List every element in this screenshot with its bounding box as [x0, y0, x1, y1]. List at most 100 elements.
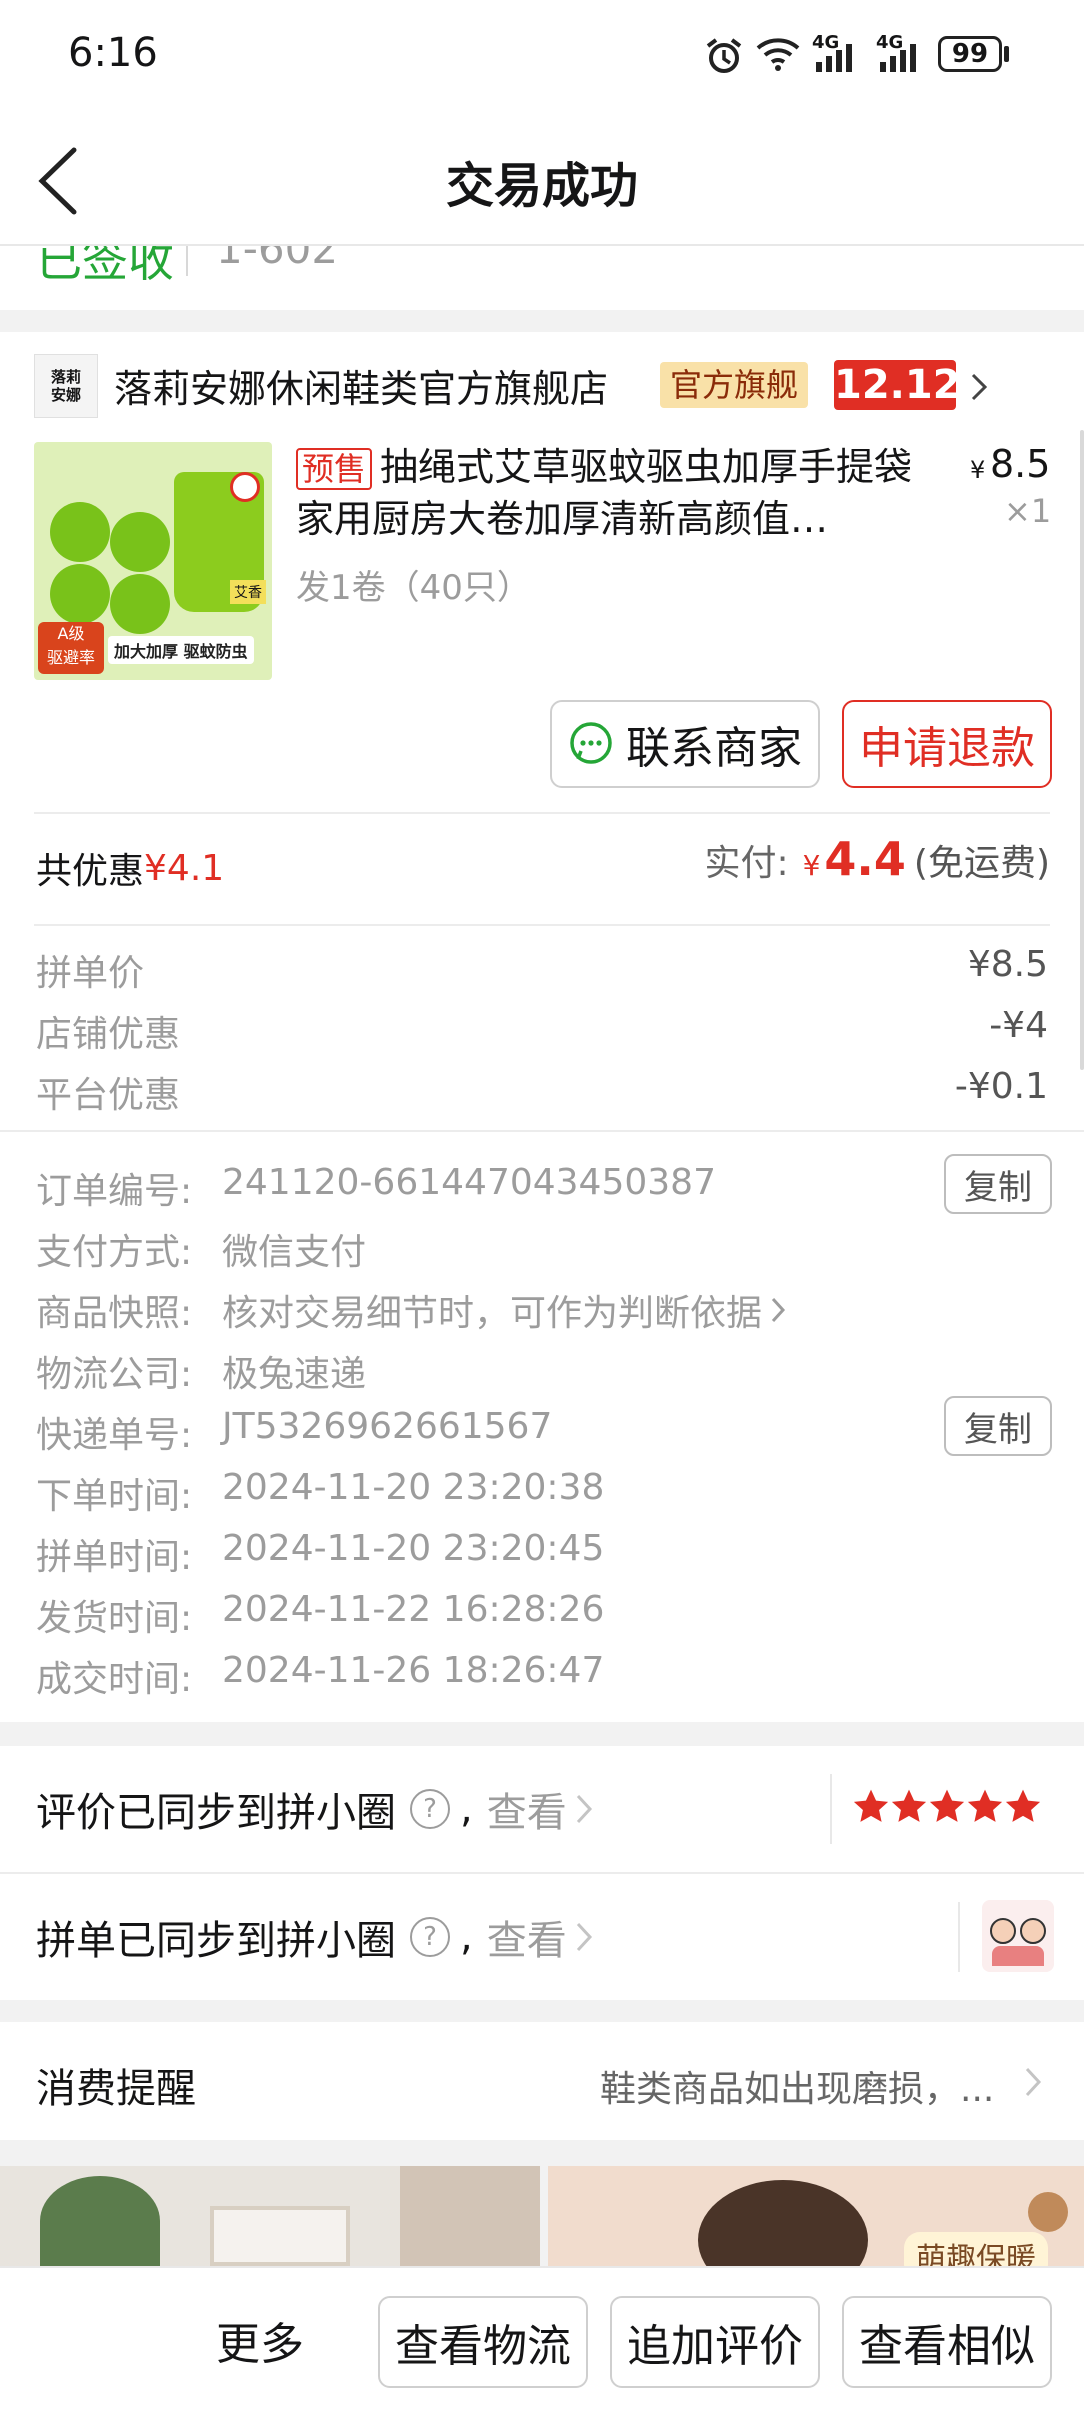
- copy-label: 复制: [964, 1167, 1032, 1208]
- promo-tag: 萌趣保暖: [904, 2232, 1048, 2266]
- review-row-divider: [830, 1774, 832, 1844]
- help-icon[interactable]: ?: [410, 1917, 450, 1957]
- signal-icon-2: [880, 44, 916, 72]
- review-view-link[interactable]: 查看: [487, 1780, 567, 1838]
- group-time-value: 2024-11-20 23:20:45: [222, 1528, 605, 1569]
- avatar-body: [992, 1946, 1044, 1966]
- bear-icon: [1028, 2192, 1068, 2232]
- group-sync-text: 拼单已同步到拼小圈: [36, 1918, 396, 1964]
- order-time-label: 下单时间:: [36, 1476, 193, 1517]
- card-divider-1: [34, 812, 1050, 814]
- card-divider-2: [34, 924, 1050, 926]
- avatar[interactable]: [982, 1900, 1054, 1972]
- price-row-label: 店铺优惠: [36, 1014, 181, 1055]
- view-similar-button[interactable]: 查看相似: [842, 2296, 1052, 2388]
- review-comma: ,: [460, 1786, 473, 1832]
- recommendation-image-2[interactable]: 萌趣保暖: [548, 2166, 1084, 2266]
- copy-order-no-button[interactable]: 复制: [944, 1154, 1052, 1214]
- review-sync-text-group: 评价已同步到拼小圈 ? , 查看: [36, 1780, 593, 1838]
- review-stars: [852, 1788, 1042, 1826]
- copy-tracking-button[interactable]: 复制: [944, 1396, 1052, 1456]
- ship-time-label: 发货时间:: [36, 1598, 193, 1639]
- product-quantity: ×1: [1004, 492, 1052, 530]
- star-icon: [967, 1789, 1003, 1822]
- deal-time-value: 2024-11-26 18:26:47: [222, 1650, 605, 1691]
- recommendation-image-1[interactable]: [0, 2166, 540, 2266]
- product-price-symbol: ¥: [970, 456, 986, 484]
- shop-row[interactable]: 落莉 安娜 落莉安娜休闲鞋类官方旗舰店 官方旗舰 12.12: [0, 332, 1084, 442]
- avatar-face-2: [1020, 1918, 1046, 1944]
- payment-value: 微信支付: [222, 1232, 367, 1273]
- shop-logo-text-2: 安娜: [50, 386, 81, 404]
- shipping-note: (免运费): [913, 843, 1050, 884]
- add-review-label: 追加评价: [627, 2321, 803, 2372]
- snapshot-chevron-right-icon: [771, 1297, 786, 1323]
- logistics-value: 极兔速递: [222, 1354, 367, 1395]
- delivery-status: 已签收: [36, 246, 174, 287]
- review-sync-row[interactable]: 评价已同步到拼小圈 ? , 查看: [0, 1746, 1084, 1872]
- image-caption-grade: A级: [57, 624, 85, 643]
- paid-value: 4.4: [824, 832, 906, 886]
- no-mosquito-icon: [230, 472, 260, 502]
- price-row-platform: 平台优惠 -¥0.1: [36, 1066, 1048, 1118]
- contact-merchant-label: 联系商家: [626, 723, 802, 774]
- view-similar-label: 查看相似: [859, 2321, 1035, 2372]
- star-icon: [1005, 1789, 1041, 1822]
- view-logistics-button[interactable]: 查看物流: [378, 2296, 588, 2388]
- delivery-unit: 1-602: [216, 246, 339, 273]
- product-title[interactable]: 预售 抽绳式艾草驱蚊驱虫加厚手提袋家用厨房大卷加厚清新高颜值…: [296, 442, 926, 544]
- wifi-icon: [756, 38, 800, 71]
- snapshot-label: 商品快照:: [36, 1293, 193, 1334]
- shop-logo-text-1: 落莉: [50, 368, 81, 386]
- scrollbar[interactable]: [1080, 430, 1084, 1070]
- group-time-label: 拼单时间:: [36, 1537, 193, 1578]
- image-grade-badge: A级 驱避率: [38, 622, 104, 674]
- chat-icon: [570, 722, 612, 764]
- price-row-label: 拼单价: [36, 953, 145, 994]
- card-divider-3: [0, 1130, 1084, 1132]
- contact-merchant-button[interactable]: 联系商家: [550, 700, 820, 788]
- group-sync-row[interactable]: 拼单已同步到拼小圈 ? , 查看: [0, 1874, 1084, 2000]
- bottom-action-bar: 更多 查看物流 追加评价 查看相似: [0, 2266, 1084, 2412]
- discount-value: ¥4.1: [144, 847, 225, 889]
- product-roll-1: [50, 502, 110, 562]
- shop-chevron-right-icon: [971, 373, 988, 401]
- sync-card: 评价已同步到拼小圈 ? , 查看 拼单已同步到拼小圈 ? , 查看: [0, 1746, 1084, 2000]
- help-icon[interactable]: ?: [410, 1789, 450, 1829]
- product-title-text: 抽绳式艾草驱蚊驱虫加厚手提袋家用厨房大卷加厚清新高颜值…: [296, 445, 913, 541]
- review-sync-text: 评价已同步到拼小圈: [36, 1790, 396, 1836]
- price-row-value: -¥4: [989, 1005, 1048, 1046]
- more-button[interactable]: 更多: [216, 2308, 304, 2372]
- logistics-label: 物流公司:: [36, 1354, 193, 1395]
- price-row-value: ¥8.5: [967, 944, 1048, 985]
- plant-shape: [40, 2176, 160, 2266]
- product-image[interactable]: 艾香 A级 驱避率 加大加厚 驱蚊防虫: [34, 442, 272, 680]
- star-icon: [929, 1789, 965, 1822]
- frame-shape: [210, 2206, 350, 2266]
- product-price: 8.5: [990, 442, 1051, 486]
- product-roll-2: [110, 512, 170, 572]
- image-caption-aixiang: 艾香: [230, 580, 266, 604]
- status-divider: [186, 246, 188, 276]
- page-title: 交易成功: [445, 158, 638, 214]
- request-refund-button[interactable]: 申请退款: [842, 700, 1052, 788]
- shop-name[interactable]: 落莉安娜休闲鞋类官方旗舰店: [114, 358, 608, 413]
- order-no-value: 241120-661447043450387: [222, 1162, 716, 1203]
- tracking-value: JT5326962661567: [222, 1406, 553, 1447]
- price-row-group: 拼单价 ¥8.5: [36, 944, 1048, 996]
- payment-label: 支付方式:: [36, 1232, 193, 1273]
- price-row-shop: 店铺优惠 -¥4: [36, 1005, 1048, 1057]
- snapshot-value: 核对交易细节时，可作为判断依据: [222, 1293, 763, 1334]
- battery-level: 99: [951, 39, 989, 69]
- presale-tag: 预售: [296, 448, 373, 490]
- snapshot-link[interactable]: 核对交易细节时，可作为判断依据: [222, 1284, 786, 1336]
- group-view-link[interactable]: 查看: [487, 1908, 567, 1966]
- add-review-button[interactable]: 追加评价: [610, 2296, 820, 2388]
- wall-shape: [400, 2166, 540, 2266]
- consumer-reminder-row[interactable]: 消费提醒 鞋类商品如出现磨损，...: [0, 2022, 1084, 2140]
- signal-icon-1: [816, 44, 852, 72]
- discount-label: 共优惠: [36, 851, 145, 892]
- reminder-chevron-right-icon: [1025, 2067, 1042, 2097]
- battery-icon: 99: [938, 36, 1002, 72]
- image-caption-feature: 加大加厚 驱蚊防虫: [108, 636, 254, 664]
